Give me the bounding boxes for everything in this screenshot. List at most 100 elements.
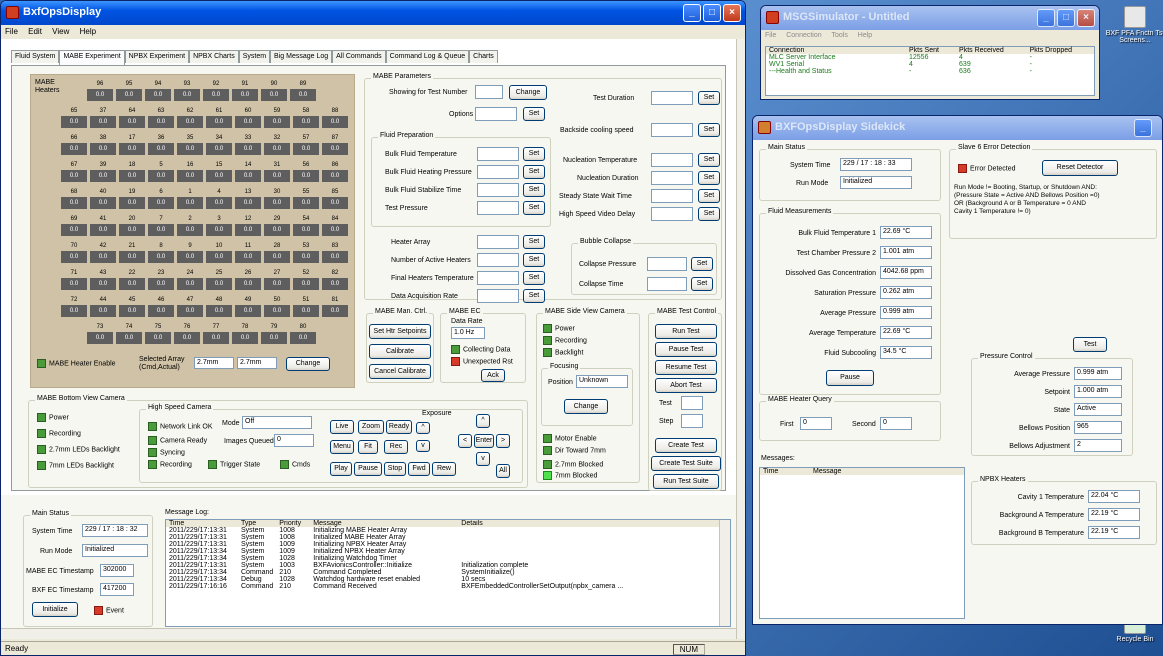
- bulk-temp-set-button[interactable]: Set: [523, 147, 545, 161]
- table-row[interactable]: 2011/229/17:13:31 System 1008 Initialized M…: [166, 534, 730, 541]
- heater-cell[interactable]: 90 0.0: [261, 81, 287, 105]
- tab-all-commands[interactable]: All Commands: [332, 50, 386, 63]
- heater-cell[interactable]: 89 0.0: [290, 81, 316, 105]
- rew-button[interactable]: Rew: [432, 462, 456, 476]
- heater-cell[interactable]: 40 0.0: [90, 189, 116, 213]
- message-log-scrollbar[interactable]: [719, 520, 730, 626]
- acq-rate-input[interactable]: [477, 289, 519, 303]
- test-pressure-set-button[interactable]: Set: [523, 201, 545, 215]
- menu-button[interactable]: Menu: [330, 440, 354, 454]
- heater-cell[interactable]: 16 0.0: [177, 162, 203, 186]
- msgsim-menu-tools[interactable]: Tools: [831, 32, 847, 39]
- heater-cell[interactable]: 7 0.0: [148, 216, 174, 240]
- heater-cell[interactable]: 67 0.0: [61, 162, 87, 186]
- table-row[interactable]: 2011/229/17:13:31 System 1003 BXFAvionicsCo…: [166, 562, 730, 569]
- heater-cell[interactable]: 47 0.0: [177, 297, 203, 321]
- msgsim-minimize-icon[interactable]: _: [1037, 9, 1055, 27]
- heater-cell[interactable]: 5 0.0: [148, 162, 174, 186]
- tab-command-log-queue[interactable]: Command Log & Queue: [385, 50, 470, 63]
- heater-cell[interactable]: 44 0.0: [90, 297, 116, 321]
- heater-cell[interactable]: 36 0.0: [148, 135, 174, 159]
- heater-cell[interactable]: 96 0.0: [87, 81, 113, 105]
- heater-cell[interactable]: 63 0.0: [148, 108, 174, 132]
- col-type[interactable]: Type: [238, 520, 276, 527]
- fit-button[interactable]: Fit: [358, 440, 378, 454]
- desktop-icon-bxf-screens[interactable]: BXF PFA Fnctn Tst Screens...: [1100, 6, 1163, 44]
- heater-cell[interactable]: 64 0.0: [119, 108, 145, 132]
- steady-wait-input[interactable]: [651, 189, 693, 203]
- table-row[interactable]: MLC Server Interface 12556 4 -: [766, 54, 1094, 61]
- msgsim-col-connection[interactable]: Connection: [766, 47, 906, 54]
- menu-help[interactable]: Help: [80, 27, 96, 36]
- heater-cell[interactable]: 65 0.0: [61, 108, 87, 132]
- menu-edit[interactable]: Edit: [28, 27, 42, 36]
- heater-cell[interactable]: 73 0.0: [87, 324, 113, 348]
- heater-cell[interactable]: 58 0.0: [293, 108, 319, 132]
- heater-cell[interactable]: 9 0.0: [177, 243, 203, 267]
- test-pressure-input[interactable]: [477, 201, 519, 215]
- msgsim-table[interactable]: Connection Pkts Sent Pkts Received Pkts …: [765, 46, 1095, 96]
- heater-cell[interactable]: 87 0.0: [322, 135, 348, 159]
- heater-cell[interactable]: 52 0.0: [293, 270, 319, 294]
- heater-cell[interactable]: 88 0.0: [322, 108, 348, 132]
- heater-cell[interactable]: 28 0.0: [264, 243, 290, 267]
- hs-video-delay-set-button[interactable]: Set: [698, 207, 720, 221]
- heater-cell[interactable]: 39 0.0: [90, 162, 116, 186]
- heater-cell[interactable]: 61 0.0: [206, 108, 232, 132]
- heater-cell[interactable]: 14 0.0: [235, 162, 261, 186]
- steady-wait-set-button[interactable]: Set: [698, 189, 720, 203]
- showing-test-input[interactable]: [475, 85, 503, 99]
- backside-cooling-input[interactable]: [651, 123, 693, 137]
- num-active-set-button[interactable]: Set: [523, 253, 545, 267]
- test-duration-set-button[interactable]: Set: [698, 91, 720, 105]
- heater-cell[interactable]: 19 0.0: [119, 189, 145, 213]
- tab-npbx-charts[interactable]: NPBX Charts: [189, 50, 239, 63]
- heater-cell[interactable]: 42 0.0: [90, 243, 116, 267]
- table-row[interactable]: 2011/229/17:13:34 System 1028 Initializing …: [166, 555, 730, 562]
- heater-cell[interactable]: 69 0.0: [61, 216, 87, 240]
- sidekick-titlebar[interactable]: BXFOpsDisplay Sidekick _: [753, 116, 1162, 140]
- heater-cell[interactable]: 79 0.0: [261, 324, 287, 348]
- table-row[interactable]: WV1 Serial 4 639 -: [766, 61, 1094, 68]
- stop-button[interactable]: Stop: [384, 462, 406, 476]
- sk-messages-list[interactable]: Time Message: [759, 467, 965, 619]
- calibrate-button[interactable]: Calibrate: [369, 344, 431, 359]
- heater-cell[interactable]: 13 0.0: [235, 189, 261, 213]
- msgsim-menu-file[interactable]: File: [765, 32, 776, 39]
- collapse-time-input[interactable]: [647, 277, 687, 291]
- resume-test-button[interactable]: Resume Test: [655, 360, 717, 375]
- msgsim-col-dropped[interactable]: Pkts Dropped: [1027, 47, 1094, 54]
- heater-cell[interactable]: 70 0.0: [61, 243, 87, 267]
- initialize-button[interactable]: Initialize: [32, 602, 78, 617]
- ack-button[interactable]: Ack: [481, 369, 505, 382]
- step-input[interactable]: [681, 414, 703, 428]
- bulk-temp-input[interactable]: [477, 147, 519, 161]
- tab-npbx-experiment[interactable]: NPBX Experiment: [124, 50, 190, 63]
- heater-cell[interactable]: 49 0.0: [235, 297, 261, 321]
- minimize-icon[interactable]: _: [683, 4, 701, 22]
- table-row[interactable]: 2011/229/17:16:16 Command 210 Command Recei…: [166, 583, 730, 590]
- heater-cell[interactable]: 35 0.0: [177, 135, 203, 159]
- heater-cell[interactable]: 57 0.0: [293, 135, 319, 159]
- live-button[interactable]: Live: [330, 420, 354, 434]
- mode-select[interactable]: Off: [242, 416, 312, 429]
- msgsim-menu-help[interactable]: Help: [858, 32, 872, 39]
- heater-cell[interactable]: 15 0.0: [206, 162, 232, 186]
- heater-cell[interactable]: 50 0.0: [264, 297, 290, 321]
- heater-cell[interactable]: 29 0.0: [264, 216, 290, 240]
- msgsim-col-sent[interactable]: Pkts Sent: [906, 47, 956, 54]
- heater-cell[interactable]: 53 0.0: [293, 243, 319, 267]
- table-row[interactable]: 2011/229/17:13:31 System 1009 Initializing …: [166, 541, 730, 548]
- heater-cell[interactable]: 43 0.0: [90, 270, 116, 294]
- heater-cell[interactable]: 54 0.0: [293, 216, 319, 240]
- exposure-down-button[interactable]: v: [416, 440, 430, 452]
- msgsim-close-icon[interactable]: ×: [1077, 9, 1095, 27]
- bulk-heat-press-set-button[interactable]: Set: [523, 165, 545, 179]
- col-priority[interactable]: Priority: [276, 520, 310, 527]
- heater-cell[interactable]: 71 0.0: [61, 270, 87, 294]
- heater-cell[interactable]: 92 0.0: [203, 81, 229, 105]
- menu-view[interactable]: View: [52, 27, 69, 36]
- col-details[interactable]: Details: [458, 520, 730, 527]
- heater-cell[interactable]: 31 0.0: [264, 162, 290, 186]
- cancel-calibrate-button[interactable]: Cancel Calibrate: [369, 364, 431, 379]
